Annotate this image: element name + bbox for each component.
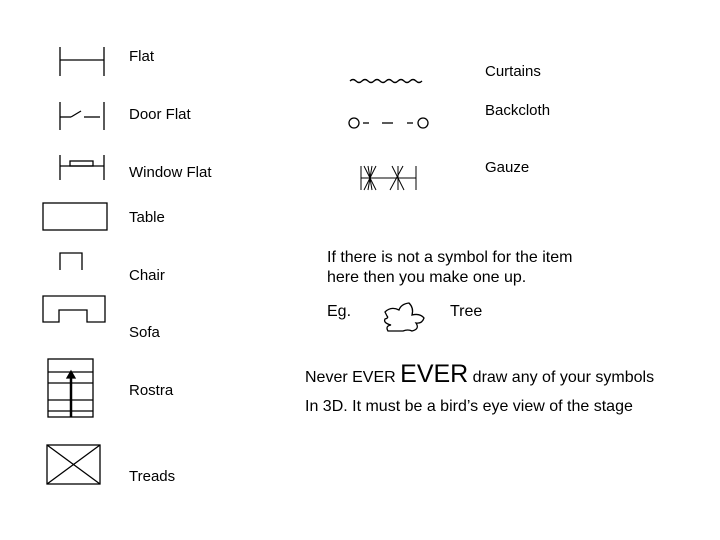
door-flat-label: Door Flat	[129, 106, 191, 123]
rostra-symbol	[47, 358, 94, 418]
treads-symbol	[46, 444, 101, 485]
gauze-label: Gauze	[485, 159, 530, 176]
example-label: Tree	[450, 303, 483, 320]
window-flat-symbol	[59, 155, 105, 180]
curtains-symbol	[349, 78, 423, 84]
rostra-label: Rostra	[129, 382, 174, 399]
warning-line-1: Never EVER EVER draw any of your symbols	[305, 362, 655, 388]
example-prefix: Eg.	[327, 303, 352, 320]
treads-label: Treads	[129, 468, 176, 485]
note-line-1: If there is not a symbol for the item	[327, 249, 573, 266]
sofa-label: Sofa	[129, 324, 160, 341]
backcloth-symbol	[348, 117, 429, 129]
table-symbol	[42, 202, 108, 231]
flat-label: Flat	[129, 48, 155, 65]
note-line-2: here then you make one up.	[327, 269, 527, 286]
sofa-symbol	[42, 295, 106, 323]
slide: Flat Door Flat Window Flat Table Chair S…	[0, 0, 720, 540]
backcloth-label: Backcloth	[485, 102, 551, 119]
chair-symbol	[59, 252, 83, 270]
warning-part-2: draw any of your symbols	[468, 369, 655, 386]
warning-part-1: Never EVER	[305, 369, 401, 386]
warning-emphasis: EVER	[400, 360, 469, 388]
gauze-symbol	[360, 165, 417, 191]
window-flat-label: Window Flat	[129, 164, 212, 181]
tree-symbol	[383, 302, 425, 332]
flat-symbol	[59, 47, 105, 76]
warning-line-2: In 3D. It must be a bird’s eye view of t…	[305, 398, 633, 415]
door-flat-symbol	[59, 102, 105, 130]
curtains-label: Curtains	[485, 63, 541, 80]
table-label: Table	[129, 209, 165, 226]
chair-label: Chair	[129, 267, 165, 284]
